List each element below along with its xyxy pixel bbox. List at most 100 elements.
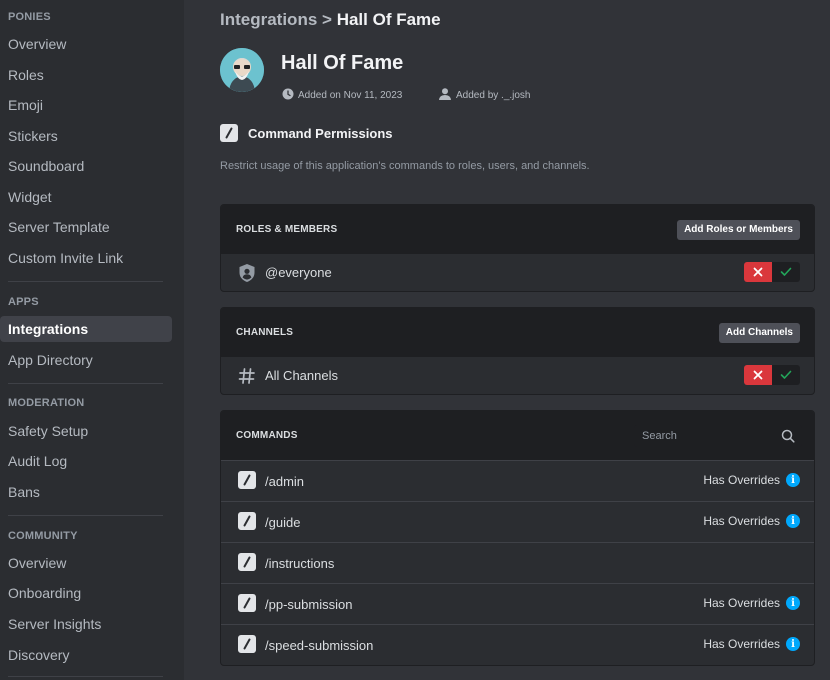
- info-icon[interactable]: i: [786, 473, 800, 487]
- commands-label: COMMANDS: [236, 430, 298, 441]
- command-name: /instructions: [265, 556, 335, 571]
- sidebar-item-discovery[interactable]: Discovery: [0, 642, 172, 668]
- commands-header: COMMANDS: [221, 411, 814, 460]
- sidebar-heading-moderation: MODERATION: [8, 397, 85, 409]
- sidebar-divider: [8, 676, 163, 677]
- x-icon: [753, 370, 763, 380]
- search-icon[interactable]: [781, 429, 795, 448]
- sidebar-divider: [8, 383, 163, 384]
- sidebar-divider: [8, 515, 163, 516]
- roles-members-label: ROLES & MEMBERS: [236, 224, 338, 235]
- user-icon: [438, 88, 452, 103]
- roles-members-panel: ROLES & MEMBERS Add Roles or Members @ev…: [220, 204, 815, 292]
- sidebar-item-widget[interactable]: Widget: [0, 184, 172, 210]
- sidebar-item-app-directory[interactable]: App Directory: [0, 347, 172, 373]
- app-avatar: [220, 48, 264, 92]
- role-name: @everyone: [265, 265, 332, 280]
- sidebar-heading-community: COMMUNITY: [8, 530, 78, 542]
- added-on-text: Added on Nov 11, 2023: [298, 90, 403, 101]
- has-overrides-status: Has Overrides i: [703, 514, 800, 528]
- roles-members-header: ROLES & MEMBERS Add Roles or Members: [221, 205, 814, 254]
- channel-name: All Channels: [265, 368, 338, 383]
- sidebar-item-overview[interactable]: Overview: [0, 31, 172, 57]
- allow-toggle-button[interactable]: [772, 365, 800, 385]
- sidebar-item-audit-log[interactable]: Audit Log: [0, 448, 172, 474]
- slash-command-icon: [237, 511, 257, 531]
- role-shield-icon: [237, 263, 257, 283]
- sidebar-item-server-template[interactable]: Server Template: [0, 214, 172, 240]
- command-name: /pp-submission: [265, 597, 353, 612]
- breadcrumb-current: Hall Of Fame: [336, 10, 441, 29]
- commands-panel: COMMANDS /admin Has Overrides i /guide Ha…: [220, 410, 815, 666]
- hashtag-icon: [237, 366, 257, 386]
- clock-icon: [282, 88, 294, 103]
- overrides-label: Has Overrides: [703, 514, 780, 528]
- check-icon: [780, 267, 792, 276]
- has-overrides-status: Has Overrides i: [703, 637, 800, 651]
- info-icon[interactable]: i: [786, 596, 800, 610]
- check-icon: [780, 370, 792, 379]
- command-name: /speed-submission: [265, 638, 374, 653]
- sidebar-heading-apps: APPS: [8, 296, 39, 308]
- permission-row-everyone: @everyone: [221, 254, 814, 291]
- integration-detail: Integrations > Hall Of Fame Hall Of Fame…: [184, 0, 830, 680]
- added-on-meta: Added on Nov 11, 2023: [282, 88, 402, 103]
- add-channels-button[interactable]: Add Channels: [718, 323, 800, 343]
- overrides-label: Has Overrides: [703, 637, 780, 651]
- permission-toggle: [744, 262, 800, 282]
- info-icon[interactable]: i: [786, 637, 800, 651]
- sidebar-item-integrations[interactable]: Integrations: [0, 316, 172, 342]
- added-by-meta: Added by ._.josh: [438, 88, 531, 103]
- deny-toggle-button[interactable]: [744, 262, 772, 282]
- command-row[interactable]: /pp-submission Has Overrides i: [221, 583, 814, 624]
- permission-row-all-channels: All Channels: [221, 357, 814, 394]
- slash-command-icon: [237, 552, 257, 572]
- sidebar-item-community-overview[interactable]: Overview: [0, 550, 172, 576]
- command-name: /guide: [265, 515, 301, 530]
- channels-label: CHANNELS: [236, 327, 294, 338]
- sidebar-item-custom-invite-link[interactable]: Custom Invite Link: [0, 245, 172, 271]
- sidebar-item-roles[interactable]: Roles: [0, 62, 172, 88]
- deny-toggle-button[interactable]: [744, 365, 772, 385]
- sidebar-item-emoji[interactable]: Emoji: [0, 92, 172, 118]
- command-row[interactable]: /speed-submission Has Overrides i: [221, 624, 814, 665]
- sidebar-item-safety-setup[interactable]: Safety Setup: [0, 418, 172, 444]
- overrides-label: Has Overrides: [703, 596, 780, 610]
- command-name: /admin: [265, 474, 305, 489]
- has-overrides-status: Has Overrides i: [703, 473, 800, 487]
- command-row[interactable]: /instructions: [221, 542, 814, 583]
- command-permissions-heading: Command Permissions: [220, 124, 393, 142]
- add-roles-or-members-button[interactable]: Add Roles or Members: [677, 220, 800, 240]
- command-row[interactable]: /guide Has Overrides i: [221, 501, 814, 542]
- info-icon[interactable]: i: [786, 514, 800, 528]
- command-search: [634, 425, 802, 447]
- channels-panel: CHANNELS Add Channels All Channels: [220, 307, 815, 395]
- breadcrumb-integrations[interactable]: Integrations: [220, 10, 317, 29]
- breadcrumb: Integrations > Hall Of Fame: [220, 10, 441, 30]
- slash-command-icon: [237, 634, 257, 654]
- sidebar-divider: [8, 281, 163, 282]
- sidebar-item-stickers[interactable]: Stickers: [0, 123, 172, 149]
- added-by-text: Added by ._.josh: [456, 90, 531, 101]
- slash-command-icon: [220, 124, 238, 142]
- sidebar-heading-ponies: PONIES: [8, 11, 51, 23]
- allow-toggle-button[interactable]: [772, 262, 800, 282]
- sidebar-item-onboarding[interactable]: Onboarding: [0, 580, 172, 606]
- command-row[interactable]: /admin Has Overrides i: [221, 460, 814, 501]
- app-name: Hall Of Fame: [281, 52, 404, 74]
- command-permissions-description: Restrict usage of this application's com…: [220, 160, 590, 172]
- permission-toggle: [744, 365, 800, 385]
- slash-command-icon: [237, 470, 257, 490]
- channels-header: CHANNELS Add Channels: [221, 308, 814, 357]
- sidebar-item-server-insights[interactable]: Server Insights: [0, 611, 172, 637]
- command-permissions-title: Command Permissions: [248, 125, 393, 141]
- command-search-input[interactable]: [642, 428, 772, 444]
- overrides-label: Has Overrides: [703, 473, 780, 487]
- x-icon: [753, 267, 763, 277]
- sidebar-item-bans[interactable]: Bans: [0, 479, 172, 505]
- has-overrides-status: Has Overrides i: [703, 596, 800, 610]
- slash-command-icon: [237, 593, 257, 613]
- breadcrumb-separator: >: [322, 10, 332, 29]
- sidebar-item-soundboard[interactable]: Soundboard: [0, 153, 172, 179]
- settings-sidebar: PONIES Overview Roles Emoji Stickers Sou…: [0, 0, 184, 680]
